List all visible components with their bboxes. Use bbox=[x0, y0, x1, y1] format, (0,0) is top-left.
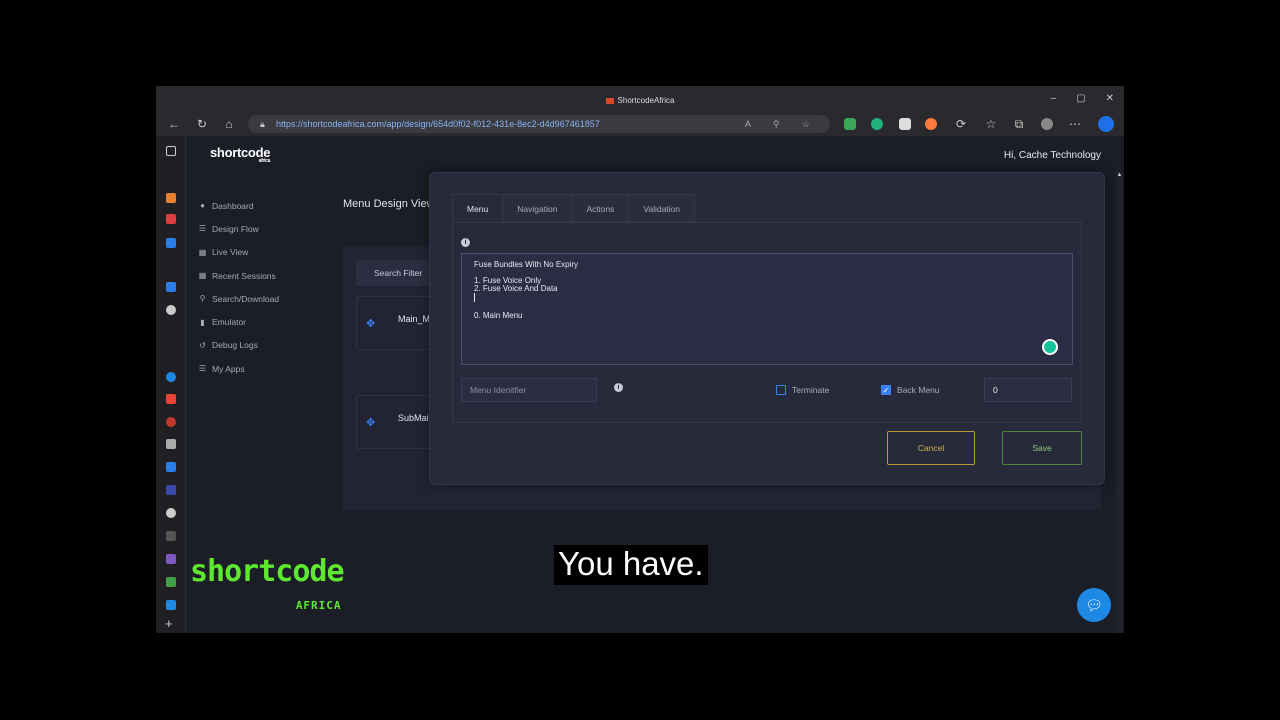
chat-support-button[interactable]: 💬︎ bbox=[1077, 588, 1111, 622]
favorites-icon[interactable]: ☆ bbox=[983, 116, 999, 132]
app-icon[interactable] bbox=[166, 462, 176, 472]
refresh-icon[interactable]: ↻ bbox=[194, 116, 210, 132]
sidebar-item-my-apps[interactable]: ☰ My Apps bbox=[198, 357, 328, 380]
gmail-icon[interactable] bbox=[166, 394, 176, 404]
tabs-icon[interactable] bbox=[166, 146, 176, 156]
menu-card-label: Main_M bbox=[398, 314, 431, 324]
address-bar[interactable]: 🔒︎ https://shortcodeafrica.com/app/desig… bbox=[248, 115, 830, 133]
home-icon[interactable]: ⌂ bbox=[221, 116, 237, 132]
terminate-checkbox[interactable]: Terminate bbox=[776, 385, 829, 395]
brand-watermark: shortcode AFRICA bbox=[190, 554, 345, 613]
info-icon[interactable]: i bbox=[461, 238, 470, 247]
search-icon: ⚲ bbox=[199, 294, 206, 304]
profile-avatar[interactable] bbox=[1041, 118, 1053, 130]
scroll-up-icon[interactable]: ▲ bbox=[1116, 172, 1123, 178]
text-cursor bbox=[474, 293, 475, 302]
app-icon[interactable] bbox=[166, 193, 176, 203]
move-icon[interactable]: ✥ bbox=[366, 416, 375, 429]
checkbox-unchecked-icon[interactable] bbox=[776, 385, 786, 395]
phone-icon: ▮ bbox=[200, 317, 205, 327]
list-icon: ☰ bbox=[198, 364, 207, 374]
sync-icon[interactable]: ⟳ bbox=[953, 116, 969, 132]
sidebar-item-dashboard[interactable]: ● Dashboard bbox=[198, 194, 328, 217]
sidebar-nav: ● Dashboard ☰ Design Flow ▦ Live View ▦ Rece… bbox=[198, 194, 328, 380]
add-icon[interactable]: + bbox=[165, 616, 173, 631]
title-bar: ShortcodeAfrica – ▢ ✕ bbox=[156, 86, 1124, 112]
app-icon[interactable] bbox=[166, 439, 176, 449]
page-title: Menu Design View bbox=[343, 198, 435, 210]
app-icon[interactable] bbox=[166, 531, 176, 541]
app-icon[interactable] bbox=[166, 485, 176, 495]
menu-card-label: SubMai bbox=[398, 413, 429, 423]
app-icon[interactable] bbox=[166, 554, 176, 564]
history-icon: ↺ bbox=[199, 340, 206, 350]
bing-icon[interactable] bbox=[1098, 116, 1114, 132]
tab-navigation[interactable]: Navigation bbox=[502, 194, 573, 222]
browser-toolbar: ← ↻ ⌂ 🔒︎ https://shortcodeafrica.com/app… bbox=[156, 112, 1124, 136]
checkbox-checked-icon[interactable]: ✓ bbox=[881, 385, 891, 395]
app-logo[interactable]: shortcode africa bbox=[210, 145, 270, 164]
move-icon[interactable]: ✥ bbox=[366, 317, 375, 330]
close-button[interactable]: ✕ bbox=[1106, 93, 1114, 104]
tab-content: i Fuse Bundles With No Expiry 1. Fuse Vo… bbox=[452, 222, 1082, 423]
tab-validation[interactable]: Validation bbox=[628, 194, 696, 222]
favicon-icon bbox=[605, 97, 614, 104]
save-button[interactable]: Save bbox=[1002, 431, 1082, 465]
sidebar-item-design-flow[interactable]: ☰ Design Flow bbox=[198, 217, 328, 240]
cancel-button[interactable]: Cancel bbox=[887, 431, 975, 465]
github-icon[interactable] bbox=[166, 508, 176, 518]
back-arrow-icon[interactable]: ← bbox=[166, 116, 182, 132]
grid-icon: ▦ bbox=[198, 247, 207, 257]
app-icon[interactable] bbox=[166, 600, 176, 610]
window-title: ShortcodeAfrica bbox=[156, 96, 1124, 105]
extension-icon[interactable] bbox=[844, 118, 856, 130]
minimize-button[interactable]: – bbox=[1051, 93, 1057, 104]
grid-icon: ▦ bbox=[198, 271, 207, 281]
app-icon[interactable] bbox=[166, 238, 176, 248]
number-input[interactable]: 0 bbox=[984, 378, 1072, 402]
url-text: https://shortcodeafrica.com/app/design/6… bbox=[276, 119, 600, 129]
app-icon[interactable] bbox=[166, 214, 176, 224]
app-icon[interactable] bbox=[166, 417, 176, 427]
app-icon[interactable] bbox=[166, 372, 176, 382]
scrollbar[interactable]: ▲ bbox=[1116, 172, 1123, 633]
app-icon[interactable] bbox=[166, 282, 176, 292]
modal-tabs: Menu Navigation Actions Validation bbox=[452, 194, 696, 222]
user-greeting[interactable]: Hi, Cache Technology bbox=[1004, 150, 1101, 161]
sidebar-item-recent-sessions[interactable]: ▦ Recent Sessions bbox=[198, 264, 328, 287]
menu-edit-modal: Menu Navigation Actions Validation i Fus… bbox=[429, 172, 1105, 485]
tab-actions[interactable]: Actions bbox=[571, 194, 630, 222]
extension-icon[interactable] bbox=[899, 118, 911, 130]
browser-sidebar: + bbox=[156, 136, 186, 633]
collections-icon[interactable]: ⧉ bbox=[1011, 116, 1027, 132]
more-menu-icon[interactable]: ⋯ bbox=[1067, 116, 1083, 132]
address-bar-actions[interactable]: A ⚲ ☆ bbox=[745, 115, 820, 133]
extension-icon[interactable] bbox=[925, 118, 937, 130]
lock-icon: 🔒︎ bbox=[260, 119, 265, 129]
menu-identifier-input[interactable]: Menu Idenitfier bbox=[461, 378, 597, 402]
sidebar-item-emulator[interactable]: ▮ Emulator bbox=[198, 310, 328, 333]
info-icon[interactable]: i bbox=[614, 383, 623, 392]
dashboard-icon: ● bbox=[200, 201, 205, 211]
video-caption: You have. bbox=[554, 545, 708, 585]
app-icon[interactable] bbox=[166, 577, 176, 587]
grammarly-extension-icon[interactable] bbox=[871, 118, 883, 130]
chat-bubble-icon: 💬︎ bbox=[1085, 597, 1103, 613]
grammarly-icon[interactable] bbox=[1042, 339, 1058, 355]
back-menu-checkbox[interactable]: ✓ Back Menu bbox=[881, 385, 940, 395]
github-icon[interactable] bbox=[166, 305, 176, 315]
maximize-button[interactable]: ▢ bbox=[1076, 93, 1085, 104]
menu-text-area[interactable]: Fuse Bundles With No Expiry 1. Fuse Voic… bbox=[461, 253, 1073, 365]
tab-menu[interactable]: Menu bbox=[452, 194, 504, 222]
list-icon: ☰ bbox=[198, 224, 207, 234]
sidebar-item-live-view[interactable]: ▦ Live View bbox=[198, 241, 328, 264]
sidebar-item-debug-logs[interactable]: ↺ Debug Logs bbox=[198, 334, 328, 357]
sidebar-item-search-download[interactable]: ⚲ Search/Download bbox=[198, 287, 328, 310]
